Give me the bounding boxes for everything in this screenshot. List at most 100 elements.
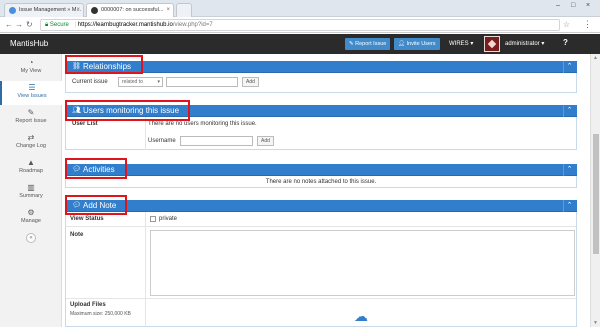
url-domain: https://learnbugtracker.mantishub.io <box>77 22 173 28</box>
scrollbar[interactable]: ▲ ▼ <box>590 54 600 327</box>
url-path: /view.php?id=7 <box>172 22 213 28</box>
add-note-header[interactable]: 💬︎ Add Note ⌃ <box>65 200 577 212</box>
avatar[interactable] <box>484 36 500 52</box>
browser-tab-issue-7[interactable]: 0000007: on successful... × <box>86 3 174 17</box>
secure-label: Secure <box>49 22 69 28</box>
sidebar-item-label: My View <box>20 68 42 74</box>
tab-label: Issue Management » M... <box>19 7 82 13</box>
user-list-label: User List <box>72 121 98 127</box>
back-icon[interactable]: ← <box>5 20 13 30</box>
reload-icon[interactable]: ↻ <box>26 20 33 30</box>
invite-users-label: Invite Users <box>406 41 436 47</box>
project-selector[interactable]: WIRES ▾ <box>449 40 473 47</box>
chevron-up-icon[interactable]: ⌃ <box>563 61 575 73</box>
url-field[interactable]: 🔒︎ Secure | https://learnbugtracker.mant… <box>40 19 560 31</box>
scroll-down-icon[interactable]: ▼ <box>593 320 598 326</box>
no-monitoring-text: There are no users monitoring this issue… <box>148 121 257 127</box>
sidebar-item-report-issue[interactable]: ✎ Report Issue <box>0 106 62 130</box>
help-icon[interactable]: ? <box>563 38 568 47</box>
sidebar-item-label: Change Log <box>16 143 46 149</box>
activities-header[interactable]: 💬︎ Activities ⌃ <box>65 164 577 176</box>
row-divider <box>66 298 576 299</box>
cloud-upload-icon[interactable]: ☁ <box>354 308 368 325</box>
monitoring-body: User List There are no users monitoring … <box>65 117 577 150</box>
browser-new-tab[interactable] <box>176 3 192 17</box>
browser-address-bar: ← → ↻ 🔒︎ Secure | https://learnbugtracke… <box>0 17 600 33</box>
sidebar-item-my-view[interactable]: ◔ My View <box>0 56 62 80</box>
private-label: private <box>159 216 178 222</box>
add-monitor-button[interactable]: Add <box>257 136 274 146</box>
add-note-body: View Status private Note Upload Files Ma… <box>65 212 577 327</box>
chevron-up-icon[interactable]: ⌃ <box>563 164 575 176</box>
upload-files-label: Upload Files <box>70 302 106 308</box>
scrollbar-thumb[interactable] <box>593 134 599 254</box>
invite-users-button[interactable]: 👤︎ Invite Users <box>394 38 440 50</box>
sidebar-item-label: Report Issue <box>15 118 47 124</box>
row-divider <box>66 226 576 227</box>
view-status-label: View Status <box>70 216 104 222</box>
browser-tab-bar: Issue Management » M... × 0000007: on su… <box>0 0 600 17</box>
sidebar-item-label: Summary <box>19 193 43 199</box>
bar-chart-icon: ▥ <box>27 183 35 192</box>
close-icon[interactable]: × <box>166 4 170 17</box>
favicon-icon <box>9 7 16 14</box>
brand-logo[interactable]: MantisHub <box>10 39 48 48</box>
relationships-body: Current issue related to ▾ Add <box>65 73 577 93</box>
road-icon: ▲ <box>27 158 35 167</box>
edit-icon: ✎ <box>27 108 35 117</box>
list-icon: ☰ <box>28 83 36 92</box>
chevron-down-icon: ▾ <box>157 79 160 85</box>
column-divider <box>145 212 146 327</box>
browser-tab-issue-management[interactable]: Issue Management » M... × <box>4 3 84 17</box>
scroll-up-icon[interactable]: ▲ <box>593 55 598 61</box>
current-issue-label: Current issue <box>72 79 108 85</box>
sidebar: ◔ My View ☰ View Issues ✎ Report Issue ⇄… <box>0 54 62 327</box>
relationship-type-select[interactable]: related to ▾ <box>118 77 163 87</box>
maximize-icon[interactable]: □ <box>571 2 575 9</box>
browser-menu-icon[interactable]: ⋮ <box>583 19 592 30</box>
chevron-up-icon[interactable]: ⌃ <box>563 105 575 117</box>
private-checkbox[interactable] <box>150 216 156 222</box>
note-textarea[interactable] <box>150 230 575 296</box>
lock-icon: 🔒︎ <box>45 22 49 28</box>
relationship-type-value: related to <box>122 79 143 85</box>
activities-body: There are no notes attached to this issu… <box>65 176 577 188</box>
close-window-icon[interactable]: × <box>586 2 590 9</box>
related-issue-input[interactable] <box>166 77 238 87</box>
highlight-box <box>65 55 143 74</box>
highlight-box <box>65 195 127 215</box>
username-input[interactable] <box>180 136 253 146</box>
add-relationship-button[interactable]: Add <box>242 77 259 87</box>
max-size-label: Maximum size: 250,000 KB <box>70 311 131 317</box>
favicon-icon <box>91 7 98 14</box>
sidebar-item-change-log[interactable]: ⇄ Change Log <box>0 131 62 155</box>
sidebar-collapse-icon[interactable]: « <box>26 233 36 243</box>
sidebar-item-manage[interactable]: ⚙ Manage <box>0 206 62 230</box>
forward-icon[interactable]: → <box>15 20 23 30</box>
tab-label: 0000007: on successful... <box>101 7 164 13</box>
column-divider <box>145 117 146 150</box>
bookmark-star-icon[interactable]: ☆ <box>563 20 570 29</box>
user-menu[interactable]: administrator ▾ <box>505 40 544 47</box>
report-issue-label: Report Issue <box>355 41 387 47</box>
highlight-box <box>65 158 127 179</box>
sidebar-item-view-issues[interactable]: ☰ View Issues <box>0 81 62 105</box>
project-label: WIRES <box>449 41 469 47</box>
username-label: administrator <box>505 41 540 47</box>
app-navbar: MantisHub ✎ Report Issue 👤︎ Invite Users… <box>0 34 600 54</box>
report-issue-button[interactable]: ✎ Report Issue <box>345 38 391 50</box>
tachometer-icon: ◔ <box>28 58 34 67</box>
sidebar-item-label: View Issues <box>17 93 47 99</box>
sidebar-item-label: Manage <box>21 218 41 224</box>
retweet-icon: ⇄ <box>27 133 35 142</box>
sidebar-item-roadmap[interactable]: ▲ Roadmap <box>0 156 62 180</box>
chevron-up-icon[interactable]: ⌃ <box>563 200 575 212</box>
highlight-box <box>65 100 190 121</box>
minimize-icon[interactable]: – <box>556 2 560 9</box>
sidebar-item-summary[interactable]: ▥ Summary <box>0 181 62 205</box>
username-label: Username <box>148 138 176 144</box>
close-icon[interactable]: × <box>76 4 80 17</box>
sidebar-item-label: Roadmap <box>19 168 43 174</box>
gears-icon: ⚙ <box>27 208 35 217</box>
note-label: Note <box>70 232 84 238</box>
